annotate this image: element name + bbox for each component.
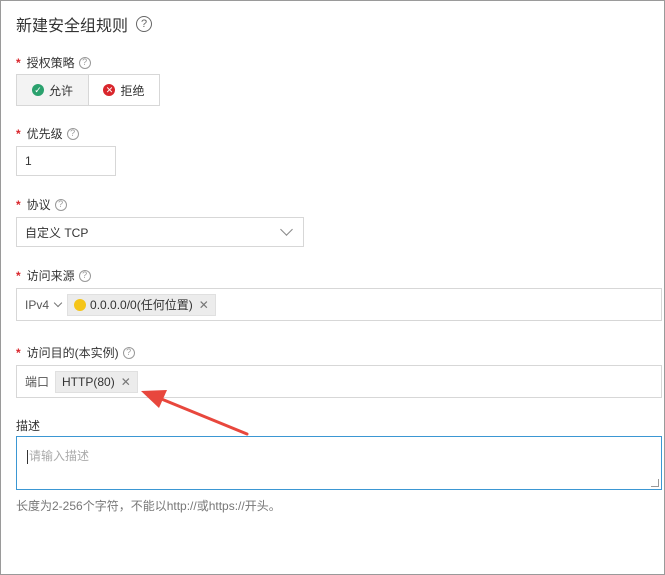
description-hint: 长度为2-256个字符，不能以http://或https://开头。	[16, 499, 281, 513]
required-star-icon: *	[16, 268, 21, 283]
policy-deny-button[interactable]: ✕ 拒绝	[88, 75, 159, 105]
description-label: 描述	[16, 419, 41, 433]
destination-prefix: 端口	[25, 375, 50, 389]
text-cursor	[27, 449, 28, 464]
chevron-down-icon	[280, 223, 293, 236]
protocol-select[interactable]: 自定义 TCP	[16, 217, 304, 247]
priority-label-row: * 优先级 ?	[16, 125, 79, 142]
source-label-row: * 访问来源 ?	[16, 267, 91, 284]
required-star-icon: *	[16, 55, 21, 70]
ip-version-select[interactable]: IPv4	[25, 297, 63, 312]
priority-label: 优先级	[26, 127, 63, 141]
resize-handle-icon[interactable]	[651, 479, 659, 487]
policy-allow-button[interactable]: ✓ 允许	[17, 75, 88, 105]
source-tag: 0.0.0.0/0(任何位置) ✕	[67, 293, 216, 316]
protocol-label: 协议	[26, 198, 51, 212]
description-label-row: 描述	[16, 417, 40, 434]
source-tag-label: 0.0.0.0/0(任何位置)	[90, 298, 193, 312]
source-label: 访问来源	[26, 269, 75, 283]
description-placeholder: 请输入描述	[29, 449, 90, 463]
policy-label-row: * 授权策略 ?	[16, 54, 91, 71]
required-star-icon: *	[16, 345, 21, 360]
help-icon[interactable]: ?	[122, 346, 135, 359]
policy-label: 授权策略	[26, 56, 75, 70]
dialog-frame: 新建安全组规则 ? * 授权策略 ? ✓ 允许 ✕ 拒绝 * 优先级 ? 1 *…	[0, 0, 665, 575]
protocol-label-row: * 协议 ?	[16, 196, 67, 213]
close-icon[interactable]: ✕	[121, 375, 131, 389]
warning-icon	[74, 298, 87, 311]
description-textarea[interactable]: 请输入描述	[16, 436, 662, 490]
destination-label: 访问目的(本实例)	[26, 346, 119, 360]
priority-input[interactable]: 1	[16, 146, 116, 176]
priority-value: 1	[25, 154, 32, 168]
destination-label-row: * 访问目的(本实例) ?	[16, 344, 135, 361]
policy-toggle: ✓ 允许 ✕ 拒绝	[16, 74, 160, 106]
required-star-icon: *	[16, 126, 21, 141]
close-icon[interactable]: ✕	[199, 298, 209, 312]
policy-allow-label: 允许	[48, 83, 73, 98]
help-icon[interactable]: ?	[78, 269, 91, 282]
page-title: 新建安全组规则	[16, 18, 129, 35]
x-circle-icon: ✕	[103, 84, 116, 96]
dialog-header: 新建安全组规则 ?	[16, 12, 153, 36]
check-circle-icon: ✓	[31, 84, 44, 96]
help-icon[interactable]: ?	[78, 56, 91, 69]
required-star-icon: *	[16, 197, 21, 212]
chevron-down-icon	[53, 298, 63, 307]
policy-deny-label: 拒绝	[120, 83, 145, 98]
help-icon[interactable]: ?	[66, 127, 79, 140]
destination-tag: HTTP(80) ✕	[55, 370, 138, 393]
protocol-value: 自定义 TCP	[25, 225, 89, 240]
destination-tag-label: HTTP(80)	[62, 374, 115, 389]
help-icon[interactable]: ?	[136, 16, 153, 32]
help-icon[interactable]: ?	[54, 198, 67, 211]
source-input[interactable]: IPv4 0.0.0.0/0(任何位置) ✕	[16, 288, 662, 321]
ip-version-value: IPv4	[25, 297, 50, 312]
destination-input[interactable]: 端口 HTTP(80) ✕	[16, 365, 662, 398]
